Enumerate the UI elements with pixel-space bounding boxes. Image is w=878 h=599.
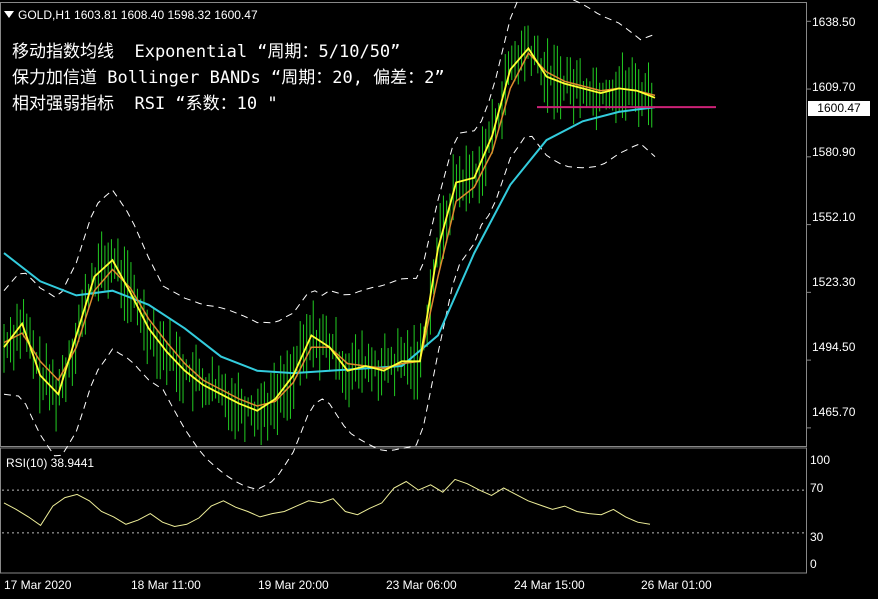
rsi-tick: 30 (810, 530, 824, 544)
rsi-tick: 100 (810, 453, 831, 467)
annotation-ema: 移动指数均线 Exponential “周期：5/10/50” (12, 42, 401, 62)
x-tick: 26 Mar 01:00 (641, 578, 712, 592)
y-tick: 1552.10 (812, 210, 856, 224)
y-tick: 1523.30 (812, 275, 856, 289)
rsi-tick: 0 (810, 557, 817, 571)
x-tick: 17 Mar 2020 (4, 578, 72, 592)
collapse-triangle-icon[interactable] (4, 11, 14, 18)
rsi-tick: 70 (810, 481, 824, 495)
open-value: 1603.81 (74, 8, 118, 22)
y-tick: 1580.90 (812, 145, 856, 159)
rsi-label: RSI(10) 38.9441 (6, 456, 95, 470)
close-value: 1600.47 (214, 8, 258, 22)
chart-header: GOLD,H1 1603.81 1608.40 1598.32 1600.47 (4, 8, 258, 22)
symbol-label: GOLD,H1 (18, 8, 71, 22)
y-tick: 1494.50 (812, 340, 856, 354)
bollinger-lower-band (3, 135, 656, 490)
x-tick: 24 Mar 15:00 (514, 578, 585, 592)
x-tick: 19 Mar 20:00 (258, 578, 329, 592)
rsi-line (3, 478, 651, 528)
rsi-panel-frame (0, 447, 807, 574)
current-price-tag: 1600.47 (808, 101, 870, 116)
x-tick: 23 Mar 06:00 (386, 578, 457, 592)
y-tick: 1609.70 (812, 80, 856, 94)
y-tick: 1638.50 (812, 15, 856, 29)
annotation-bollinger: 保力加信道 Bollinger BANDs “周期：20, 偏差：2” (12, 68, 445, 88)
annotation-rsi: 相对强弱指标 RSI “系数：10 " (12, 94, 278, 114)
high-value: 1608.40 (120, 8, 165, 22)
y-tick: 1465.70 (812, 405, 856, 419)
low-value: 1598.32 (167, 8, 211, 22)
x-tick: 18 Mar 11:00 (131, 578, 201, 592)
